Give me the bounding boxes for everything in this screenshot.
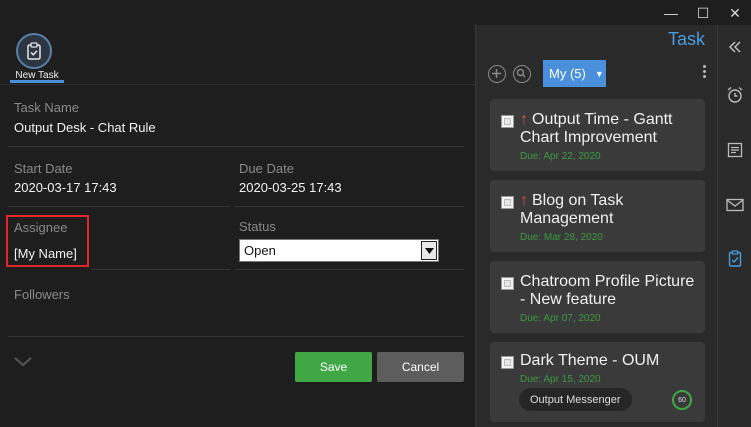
maximize-button[interactable]: ☐	[687, 3, 719, 23]
task-name-label: Task Name	[14, 100, 80, 115]
task-title: ↑ Output Time - Gantt Chart Improvement	[520, 111, 700, 147]
task-list-panel: Task My (5) ▼ ↑ Output Time - Gantt Chart…	[475, 25, 717, 427]
mail-icon[interactable]	[725, 195, 745, 215]
start-date-value[interactable]: 2020-03-17 17:43	[14, 180, 117, 195]
minimize-button[interactable]: —	[655, 3, 687, 23]
task-name-value[interactable]: Output Desk - Chat Rule	[14, 120, 156, 135]
save-button[interactable]: Save	[295, 352, 372, 382]
panel-title: Task	[667, 29, 705, 49]
task-due: Due: Apr 22, 2020	[520, 151, 601, 162]
task-tag[interactable]: Output Messenger	[519, 388, 632, 411]
chevron-down-icon[interactable]	[421, 241, 437, 260]
active-tab-underline	[10, 80, 64, 83]
right-sidebar	[717, 25, 751, 427]
task-due: Due: Mar 28, 2020	[520, 232, 603, 243]
task-title: Chatroom Profile Picture - New feature	[520, 273, 695, 308]
due-date-label: Due Date	[239, 161, 294, 176]
task-checkbox[interactable]	[501, 356, 514, 369]
task-checkbox[interactable]	[501, 115, 514, 128]
divider	[0, 84, 475, 85]
task-clipboard-icon[interactable]	[725, 248, 745, 268]
clipboard-check-icon	[16, 33, 52, 69]
divider	[8, 146, 464, 147]
task-card[interactable]: ↑ Output Time - Gantt Chart Improvement D…	[490, 99, 705, 171]
task-checkbox[interactable]	[501, 277, 514, 290]
status-select[interactable]: Open	[239, 239, 439, 262]
task-card[interactable]: Dark Theme - OUM Due: Apr 15, 2020 Outpu…	[490, 342, 705, 422]
search-icon[interactable]	[513, 65, 531, 83]
followers-label: Followers	[14, 287, 70, 302]
status-label: Status	[239, 219, 276, 234]
status-value: Open	[244, 243, 276, 258]
assignee-label: Assignee	[14, 220, 68, 235]
alarm-clock-icon[interactable]	[725, 85, 745, 105]
caret-down-icon: ▼	[594, 68, 604, 79]
filter-dropdown[interactable]: My (5) ▼	[543, 60, 606, 87]
collapse-icon[interactable]	[725, 37, 745, 57]
expand-chevron-icon[interactable]	[14, 354, 32, 372]
filter-label: My (5)	[549, 66, 586, 81]
notes-icon[interactable]	[725, 140, 745, 160]
high-priority-icon: ↑	[520, 111, 528, 128]
cancel-button[interactable]: Cancel	[377, 352, 464, 382]
task-due: Due: Apr 07, 2020	[520, 313, 601, 324]
task-checkbox[interactable]	[501, 196, 514, 209]
task-title: Dark Theme - OUM	[520, 352, 660, 369]
window-controls: — ☐ ✕	[655, 3, 751, 23]
task-title-text: Blog on Task Management	[520, 192, 624, 227]
progress-ring: 60	[672, 390, 692, 410]
divider	[8, 206, 230, 207]
divider	[235, 206, 464, 207]
task-card[interactable]: Chatroom Profile Picture - New feature D…	[490, 261, 705, 333]
task-title-text: Output Time - Gantt Chart Improvement	[520, 111, 673, 146]
close-button[interactable]: ✕	[719, 3, 751, 23]
task-card[interactable]: ↑ Blog on Task Management Due: Mar 28, 20…	[490, 180, 705, 252]
divider	[8, 336, 464, 337]
more-options-icon[interactable]	[703, 65, 707, 78]
start-date-label: Start Date	[14, 161, 73, 176]
task-form-panel: New Task Task Name Output Desk - Chat Ru…	[0, 0, 475, 427]
add-icon[interactable]	[488, 65, 506, 83]
divider	[92, 269, 230, 270]
divider	[235, 269, 464, 270]
task-title: ↑ Blog on Task Management	[520, 192, 700, 228]
due-date-value[interactable]: 2020-03-25 17:43	[239, 180, 342, 195]
new-task-tab[interactable]: New Task	[10, 33, 64, 83]
high-priority-icon: ↑	[520, 192, 528, 209]
assignee-value[interactable]: [My Name]	[14, 246, 77, 261]
task-due: Due: Apr 15, 2020	[520, 374, 601, 385]
